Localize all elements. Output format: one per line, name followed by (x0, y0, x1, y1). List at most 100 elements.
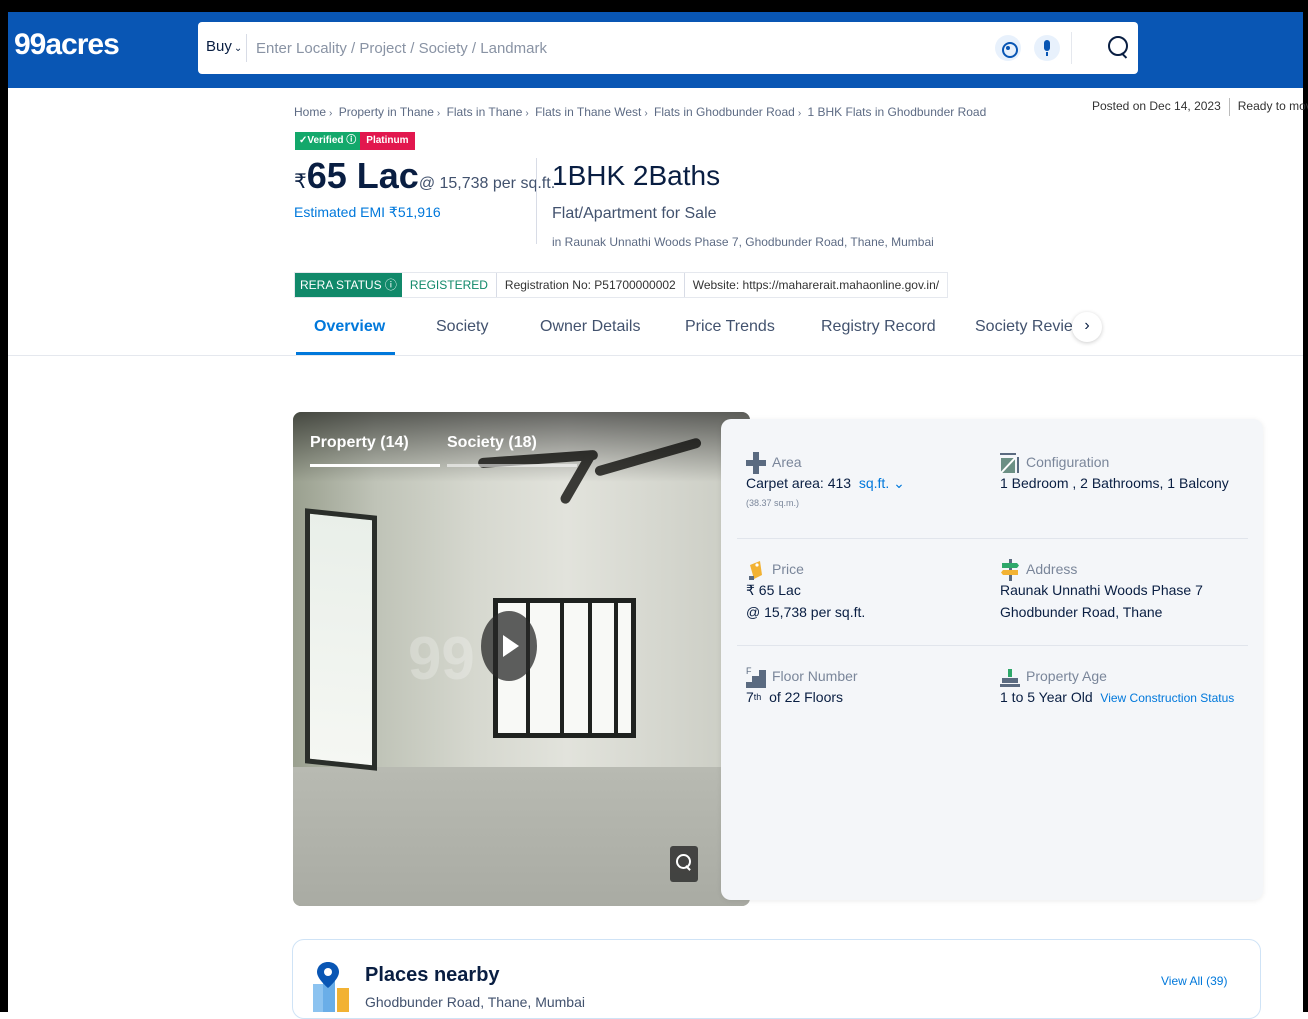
left-window (305, 508, 377, 771)
divider (1228, 98, 1230, 116)
address-line-2: Ghodbunder Road, Thane (1000, 604, 1163, 620)
rera-bar: RERA STATUS ⓘ REGISTERED Registration No… (294, 272, 949, 298)
gallery-tab-indicator (310, 464, 440, 467)
rera-status: REGISTERED (402, 273, 497, 297)
floor-icon: F (746, 666, 766, 688)
breadcrumb-item[interactable]: Property in Thane (339, 105, 434, 119)
chevron-right-icon: › (797, 108, 802, 119)
posted-date: Posted on Dec 14, 2023 (1092, 99, 1221, 114)
view-all-link[interactable]: View All (39) (1161, 974, 1227, 988)
carpet-area-value: Carpet area: 413 sq.ft. ⌄ (746, 472, 986, 494)
detail-label: Price (772, 561, 804, 577)
microphone-icon[interactable] (1034, 35, 1060, 61)
floor-value: 7th of 22 Floors (746, 686, 986, 708)
detail-label: Property Age (1026, 668, 1107, 684)
photo-gallery[interactable]: 99 Property (14) Society (18) (293, 412, 750, 906)
view-construction-status-link[interactable]: View Construction Status (1100, 691, 1234, 705)
divider (1071, 32, 1072, 64)
watermark: 99 (408, 625, 475, 692)
logo[interactable]: 99acres (14, 28, 120, 62)
price-per-sqft: @ 15,738 per sq.ft. (418, 175, 556, 192)
room-floor (293, 767, 750, 906)
detail-age: Property Age 1 to 5 Year Old View Constr… (1000, 666, 1260, 709)
svg-text:F: F (746, 666, 752, 676)
divider (737, 645, 1248, 646)
rupee-symbol: ₹ (294, 171, 307, 193)
detail-label: Area (772, 454, 802, 470)
tab-society[interactable]: Society (436, 318, 488, 336)
breadcrumb: Home › Property in Thane › Flats in Thane ›… (294, 105, 986, 119)
property-type: Flat/Apartment for Sale (552, 205, 717, 222)
area-sqm: (38.37 sq.m.) (746, 498, 800, 508)
buy-dropdown[interactable]: Buy ⌄ (206, 38, 242, 55)
configuration-value: 1 Bedroom , 2 Bathrooms, 1 Balcony (1000, 475, 1229, 491)
age-row: 1 to 5 Year Old View Construction Status (1000, 686, 1260, 709)
chevron-right-icon: › (525, 108, 529, 119)
signpost-icon (1001, 559, 1019, 581)
places-nearby-card: Places nearby Ghodbunder Road, Thane, Mu… (292, 939, 1261, 1019)
chevron-right-icon: › (644, 108, 648, 119)
breadcrumb-item[interactable]: 1 BHK Flats in Ghodbunder Road (808, 105, 987, 119)
play-icon[interactable] (481, 611, 537, 681)
gallery-tab-society[interactable]: Society (18) (447, 434, 537, 452)
chevron-down-icon: ⌄ (233, 43, 243, 54)
gallery-tab-property[interactable]: Property (14) (310, 434, 409, 452)
city-map-pin-icon (313, 962, 349, 1012)
gallery-tab-line (447, 464, 577, 467)
verified-badge[interactable]: ✓Verified ⓘ (295, 132, 361, 150)
badges: ✓Verified ⓘ Platinum (295, 132, 415, 150)
price-tag-icon (749, 561, 762, 580)
configuration-icon (1000, 453, 1019, 474)
tab-registry-record[interactable]: Registry Record (821, 318, 936, 336)
detail-address: Address Raunak Unnathi Woods Phase 7 Gho… (1000, 559, 1260, 623)
detail-price: Price ₹ 65 Lac @ 15,738 per sq.ft. (746, 559, 986, 623)
breadcrumb-item[interactable]: Home (294, 105, 326, 119)
tab-owner-details[interactable]: Owner Details (540, 318, 640, 336)
posted-info: Posted on Dec 14, 2023 Ready to move (1092, 98, 1308, 116)
area-icon (746, 452, 766, 474)
emi-link[interactable]: Estimated EMI ₹51,916 (294, 204, 441, 221)
platinum-badge: Platinum (360, 132, 415, 150)
age-value: 1 to 5 Year Old (1000, 689, 1093, 705)
tab-overview[interactable]: Overview (314, 318, 385, 336)
breadcrumb-item[interactable]: Flats in Ghodbunder Road (654, 105, 795, 119)
rera-registration-no: Registration No: P51700000002 (497, 273, 685, 297)
top-header: 99acres Buy ⌄ (8, 12, 1303, 88)
breadcrumb-item[interactable]: Flats in Thane (447, 105, 523, 119)
price-row: ₹65 Lac@ 15,738 per sq.ft. (294, 155, 555, 197)
places-subtitle: Ghodbunder Road, Thane, Mumbai (365, 994, 585, 1010)
detail-floor: F Floor Number 7th of 22 Floors (746, 666, 986, 708)
price-value: ₹ 65 Lac (746, 582, 801, 598)
zoom-in-icon[interactable] (670, 846, 698, 882)
chevron-right-icon[interactable]: › (1072, 312, 1102, 342)
rera-status-label[interactable]: RERA STATUS ⓘ (295, 273, 402, 297)
search-bar: Buy ⌄ (198, 22, 1138, 74)
property-location: in Raunak Unnathi Woods Phase 7, Ghodbun… (552, 235, 934, 249)
price-per-sqft-value: @ 15,738 per sq.ft. (746, 604, 866, 620)
search-icon[interactable] (1106, 34, 1130, 60)
building-age-icon (1000, 669, 1020, 687)
bhk-title: 1BHK 2Baths (552, 160, 721, 191)
total-floors: of 22 Floors (769, 689, 844, 705)
detail-label: Address (1026, 561, 1078, 577)
divider (8, 355, 1303, 356)
detail-configuration: Configuration 1 Bedroom , 2 Bathrooms, 1… (1000, 452, 1260, 494)
search-input[interactable] (256, 32, 956, 64)
detail-label: Configuration (1026, 454, 1110, 470)
chevron-down-icon[interactable]: ⌄ (889, 475, 905, 491)
floor-number: 7 (746, 689, 754, 705)
unit-dropdown[interactable]: sq.ft. (859, 475, 889, 491)
places-title: Places nearby (365, 964, 500, 986)
breadcrumb-item[interactable]: Flats in Thane West (535, 105, 641, 119)
floor-suffix: th (753, 692, 762, 702)
possession-status: Ready to move (1237, 99, 1308, 114)
carpet-area: Carpet area: 413 (746, 475, 852, 491)
rera-website: Website: https://maharerait.mahaonline.g… (692, 278, 940, 292)
chevron-right-icon: › (436, 108, 441, 119)
divider (246, 34, 247, 62)
tab-price-trends[interactable]: Price Trends (685, 318, 775, 336)
location-icon[interactable] (995, 35, 1021, 61)
address-line-1: Raunak Unnathi Woods Phase 7 (1000, 582, 1203, 598)
chevron-right-icon: › (329, 108, 333, 119)
divider (536, 158, 537, 244)
